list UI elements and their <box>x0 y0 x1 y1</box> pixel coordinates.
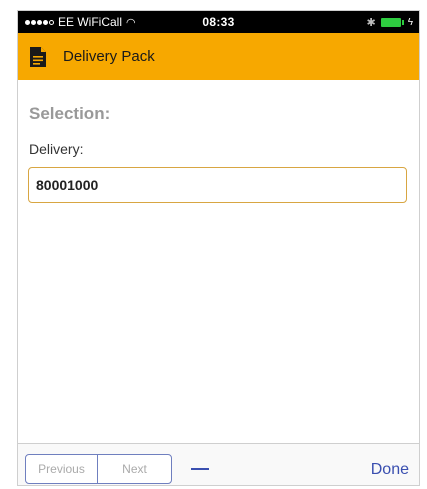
app-header: Delivery Pack <box>18 33 419 80</box>
keyboard-toolbar: Previous Next Done <box>18 443 419 485</box>
prev-next-segment: Previous Next <box>25 454 172 484</box>
phone-screen: EE WiFiCall ◠ 08:33 ✱ ϟ Delivery Pack Se… <box>17 10 420 486</box>
page-title: Delivery Pack <box>63 48 155 65</box>
section-label: Selection: <box>29 104 111 123</box>
battery-charging-icon <box>380 18 404 27</box>
status-time: 08:33 <box>202 15 235 29</box>
bluetooth-icon: ✱ <box>366 17 376 29</box>
delivery-label: Delivery: <box>29 141 84 157</box>
document-icon <box>30 46 46 67</box>
delivery-input[interactable] <box>28 167 407 203</box>
next-button[interactable]: Next <box>98 455 171 483</box>
previous-button[interactable]: Previous <box>26 455 98 483</box>
status-right: ✱ ϟ <box>366 16 413 29</box>
dash-icon[interactable] <box>191 468 209 470</box>
done-button[interactable]: Done <box>371 461 409 479</box>
charging-bolt-icon: ϟ <box>407 17 413 28</box>
status-bar: EE WiFiCall ◠ 08:33 ✱ ϟ <box>18 11 419 33</box>
